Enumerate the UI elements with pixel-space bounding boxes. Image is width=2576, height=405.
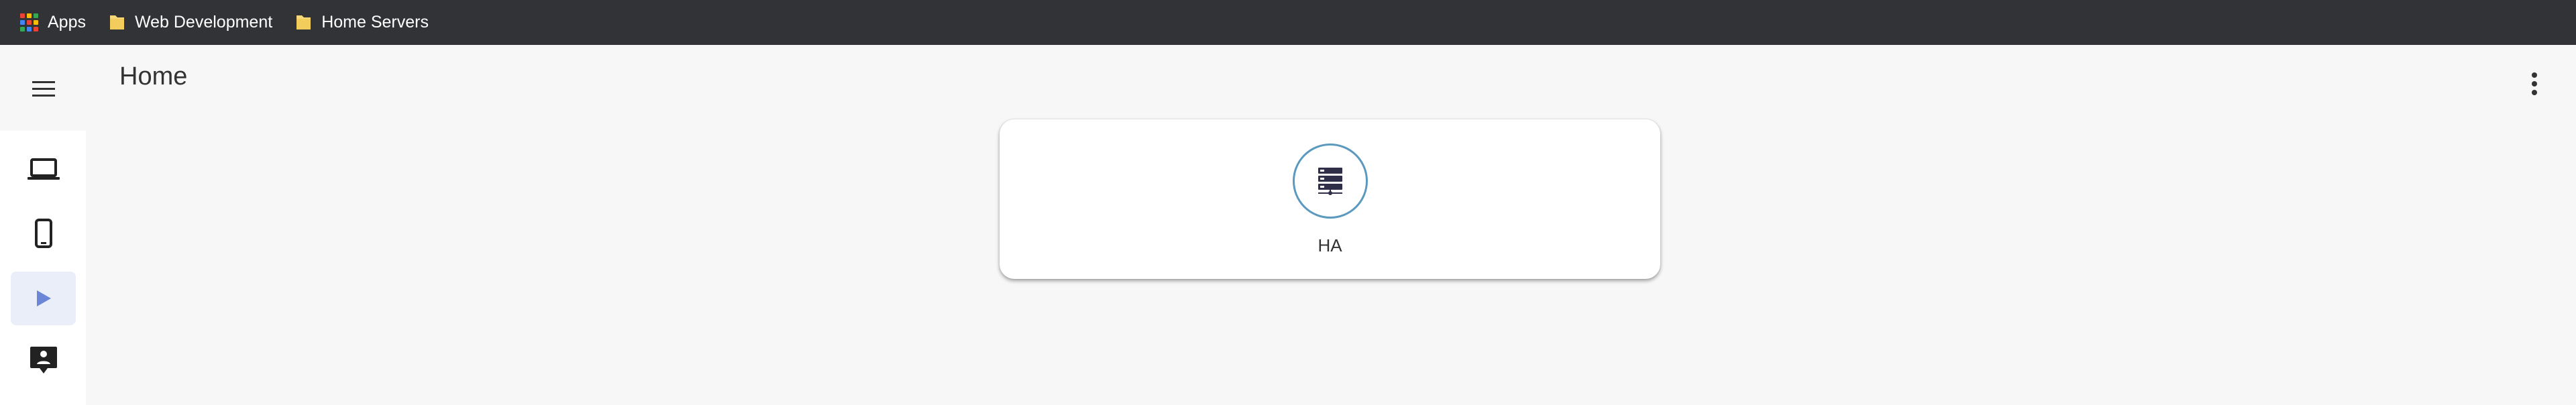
bookmark-label: Apps	[48, 13, 86, 32]
sidebar-item-support[interactable]	[11, 333, 76, 387]
page-title: Home	[119, 62, 188, 91]
sidebar-item-computers[interactable]	[11, 143, 76, 196]
card-label: HA	[1318, 235, 1342, 255]
hamburger-menu-icon	[32, 81, 55, 97]
sidebar-item-phones[interactable]	[11, 207, 76, 260]
bookmark-label: Home Servers	[321, 13, 429, 32]
folder-icon	[295, 13, 312, 32]
folder-icon	[109, 13, 125, 32]
more-options-button[interactable]	[2521, 64, 2548, 104]
sidebar	[0, 131, 86, 405]
apps-grid-icon	[20, 13, 38, 32]
bookmark-label: Web Development	[134, 13, 273, 32]
menu-button[interactable]	[27, 72, 60, 105]
phone-icon	[34, 219, 52, 248]
card-icon-ring	[1293, 143, 1368, 219]
bookmark-apps[interactable]: Apps	[20, 0, 86, 45]
laptop-icon	[27, 158, 60, 180]
server-icon	[1318, 168, 1342, 195]
service-card-ha[interactable]: HA	[1000, 119, 1660, 279]
contact-support-icon	[30, 347, 57, 373]
app-bar: Home	[0, 45, 2576, 131]
bookmark-home-servers[interactable]: Home Servers	[295, 0, 429, 45]
more-vertical-icon	[2532, 72, 2537, 95]
play-icon	[36, 290, 51, 306]
sidebar-item-media[interactable]	[11, 272, 76, 325]
bookmarks-bar: Apps Web Development Home Servers	[0, 0, 2576, 45]
bookmark-web-development[interactable]: Web Development	[109, 0, 272, 45]
